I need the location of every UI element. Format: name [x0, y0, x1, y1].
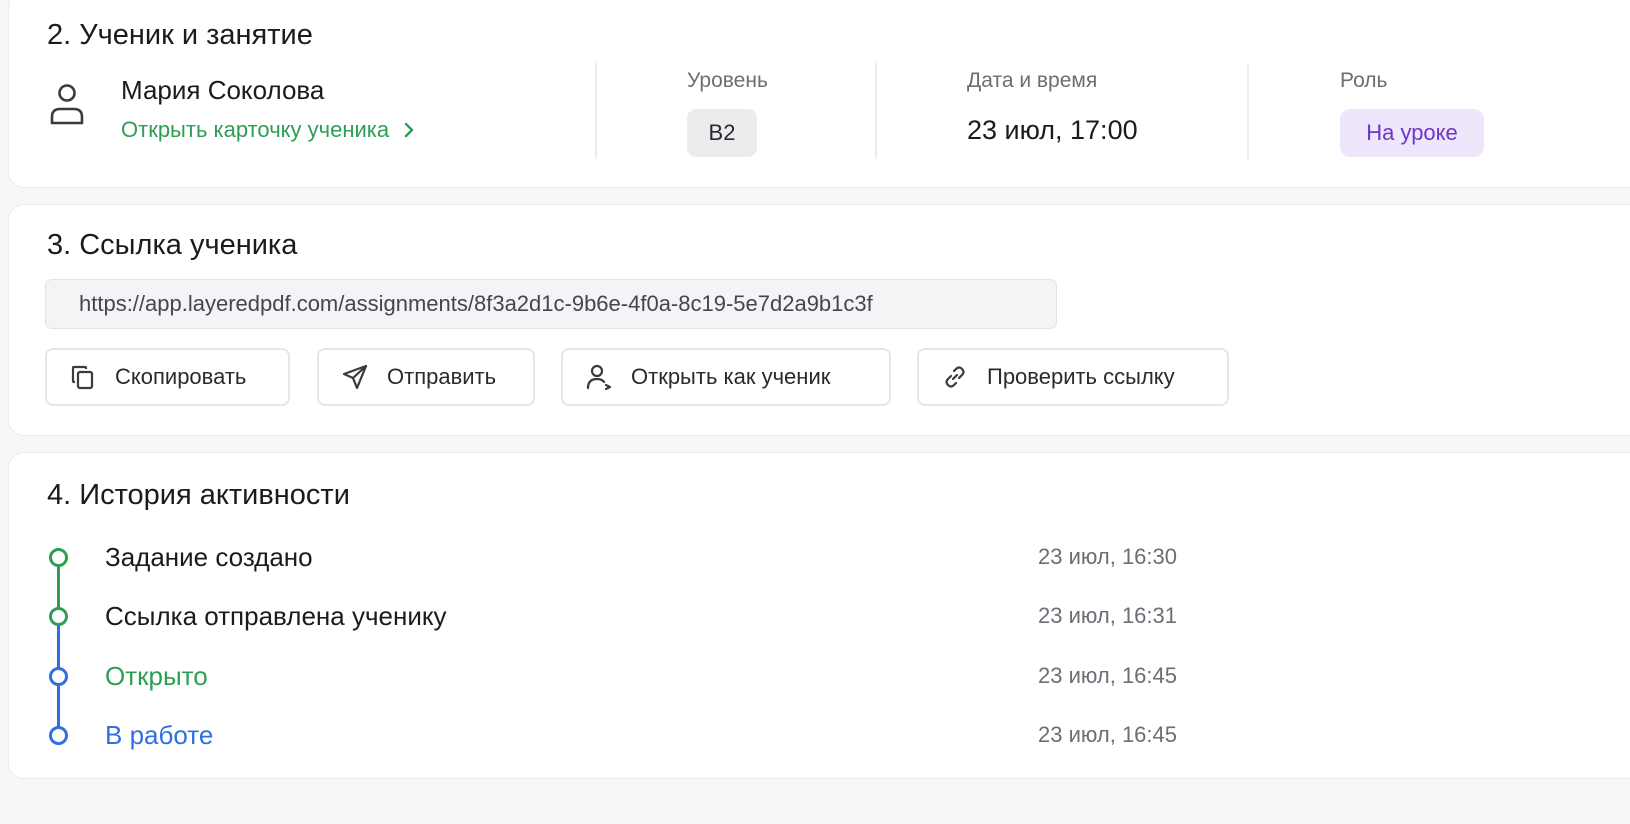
timeline-event-time: 23 июл, 16:31 [1038, 603, 1178, 629]
timeline-connector [57, 681, 60, 729]
open-student-card-label: Открыть карточку ученика [121, 117, 390, 142]
timeline-dot [49, 666, 68, 686]
timeline-event-time: 23 июл, 16:30 [1038, 544, 1178, 569]
link-section-title: 3. Ссылка ученика [47, 229, 298, 261]
open-student-card-link[interactable]: Открыть карточку ученика [121, 117, 415, 143]
user-icon [50, 84, 84, 125]
divider [875, 63, 877, 159]
datetime-value: 23 июл, 17:00 [967, 115, 1138, 145]
timeline-dot [49, 548, 68, 567]
timeline-event-label: Открыто [105, 660, 208, 691]
timeline-event-label: В работе [105, 719, 214, 750]
student-link-card: 3. Ссылка ученика Скопировать Отправить … [8, 204, 1630, 436]
timeline-event-label: Ссылка отправлена ученику [105, 601, 447, 632]
copy-icon [71, 365, 94, 390]
timeline-dot [49, 725, 68, 745]
check-link-label: Проверить ссылку [987, 364, 1175, 389]
timeline-connector [57, 622, 60, 670]
level-badge: B2 [687, 109, 757, 157]
check-link-button[interactable]: Проверить ссылку [917, 348, 1229, 406]
link-icon [945, 366, 965, 388]
student-section-title: 2. Ученик и занятие [47, 19, 313, 51]
student-name: Мария Соколова [121, 75, 325, 105]
user-icon [586, 364, 612, 391]
send-icon [342, 364, 368, 390]
open-as-student-label: Открыть как ученик [631, 364, 831, 389]
level-label: Уровень [687, 69, 768, 92]
copy-button[interactable]: Скопировать [45, 348, 290, 406]
student-link-field[interactable] [45, 279, 1057, 329]
copy-button-label: Скопировать [115, 364, 247, 389]
activity-timeline: Задание создано 23 июл, 16:30 Ссылка отпра… [9, 453, 1630, 778]
send-button-label: Отправить [387, 364, 497, 389]
datetime-label: Дата и время [967, 69, 1098, 92]
student-lesson-card: 2. Ученик и занятие Мария Соколова Откры… [8, 0, 1630, 188]
divider [1247, 63, 1249, 159]
timeline-dot [49, 607, 68, 627]
open-as-student-button[interactable]: Открыть как ученик [561, 348, 891, 406]
activity-history-card: 4. История активности Задание создано 23 … [8, 452, 1630, 779]
timeline-event-label: Задание создано [105, 542, 313, 572]
timeline-event-time: 23 июл, 16:45 [1038, 662, 1178, 688]
send-button[interactable]: Отправить [317, 348, 535, 406]
timeline-connector [57, 563, 60, 611]
chevron-right-icon [404, 122, 414, 138]
timeline-event-time: 23 июл, 16:45 [1038, 721, 1178, 747]
role-badge: На уроке [1340, 109, 1484, 157]
role-label: Роль [1340, 69, 1388, 92]
divider [595, 63, 597, 159]
